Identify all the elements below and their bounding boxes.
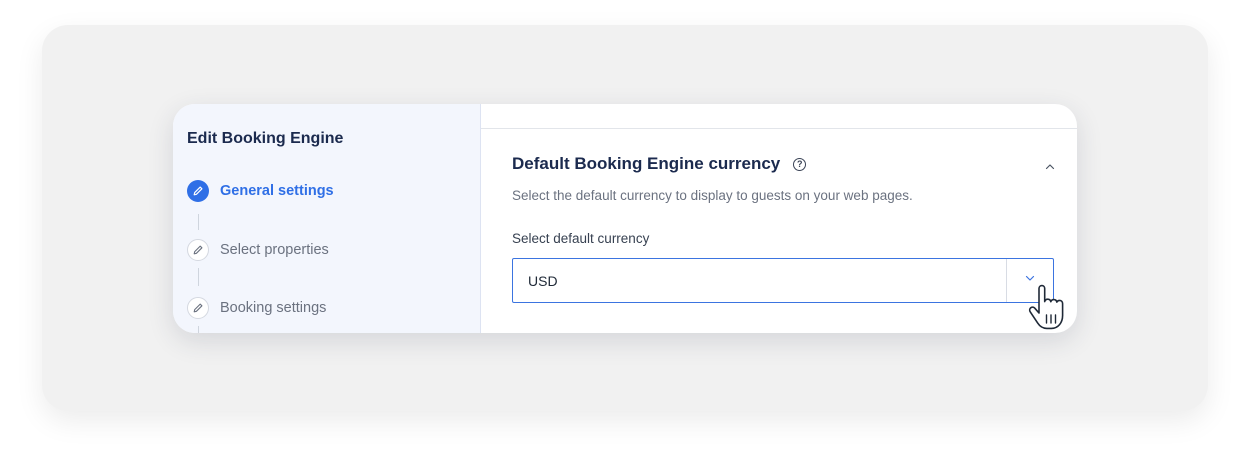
step-label: Booking settings <box>220 300 327 316</box>
chevron-down-icon <box>1023 271 1037 290</box>
section-title: Default Booking Engine currency <box>512 154 781 173</box>
pencil-icon <box>187 297 209 319</box>
divider <box>481 128 1077 129</box>
currency-select-toggle[interactable] <box>1006 259 1053 302</box>
chevron-up-icon[interactable] <box>1043 160 1057 174</box>
step-connector <box>198 326 199 333</box>
step-general-settings[interactable]: General settings <box>187 180 334 202</box>
step-connector <box>198 268 199 286</box>
section-description: Select the default currency to display t… <box>512 188 913 203</box>
pencil-icon <box>187 239 209 261</box>
sidebar-title: Edit Booking Engine <box>187 130 344 147</box>
step-select-properties[interactable]: Select properties <box>187 239 329 261</box>
step-label: General settings <box>220 183 334 199</box>
help-icon[interactable]: ? <box>793 157 807 171</box>
pencil-icon <box>187 180 209 202</box>
step-connector <box>198 214 199 230</box>
section-header: Default Booking Engine currency ? <box>512 154 807 174</box>
main-panel: Default Booking Engine currency ? Select… <box>481 104 1077 333</box>
currency-select-value: USD <box>528 272 558 289</box>
currency-select[interactable]: USD <box>512 258 1054 303</box>
currency-field-label: Select default currency <box>512 231 650 246</box>
step-booking-settings[interactable]: Booking settings <box>187 297 326 319</box>
booking-engine-card: Edit Booking Engine General settings Sel… <box>173 104 1077 333</box>
sidebar: Edit Booking Engine General settings Sel… <box>173 104 481 333</box>
step-label: Select properties <box>220 242 329 258</box>
